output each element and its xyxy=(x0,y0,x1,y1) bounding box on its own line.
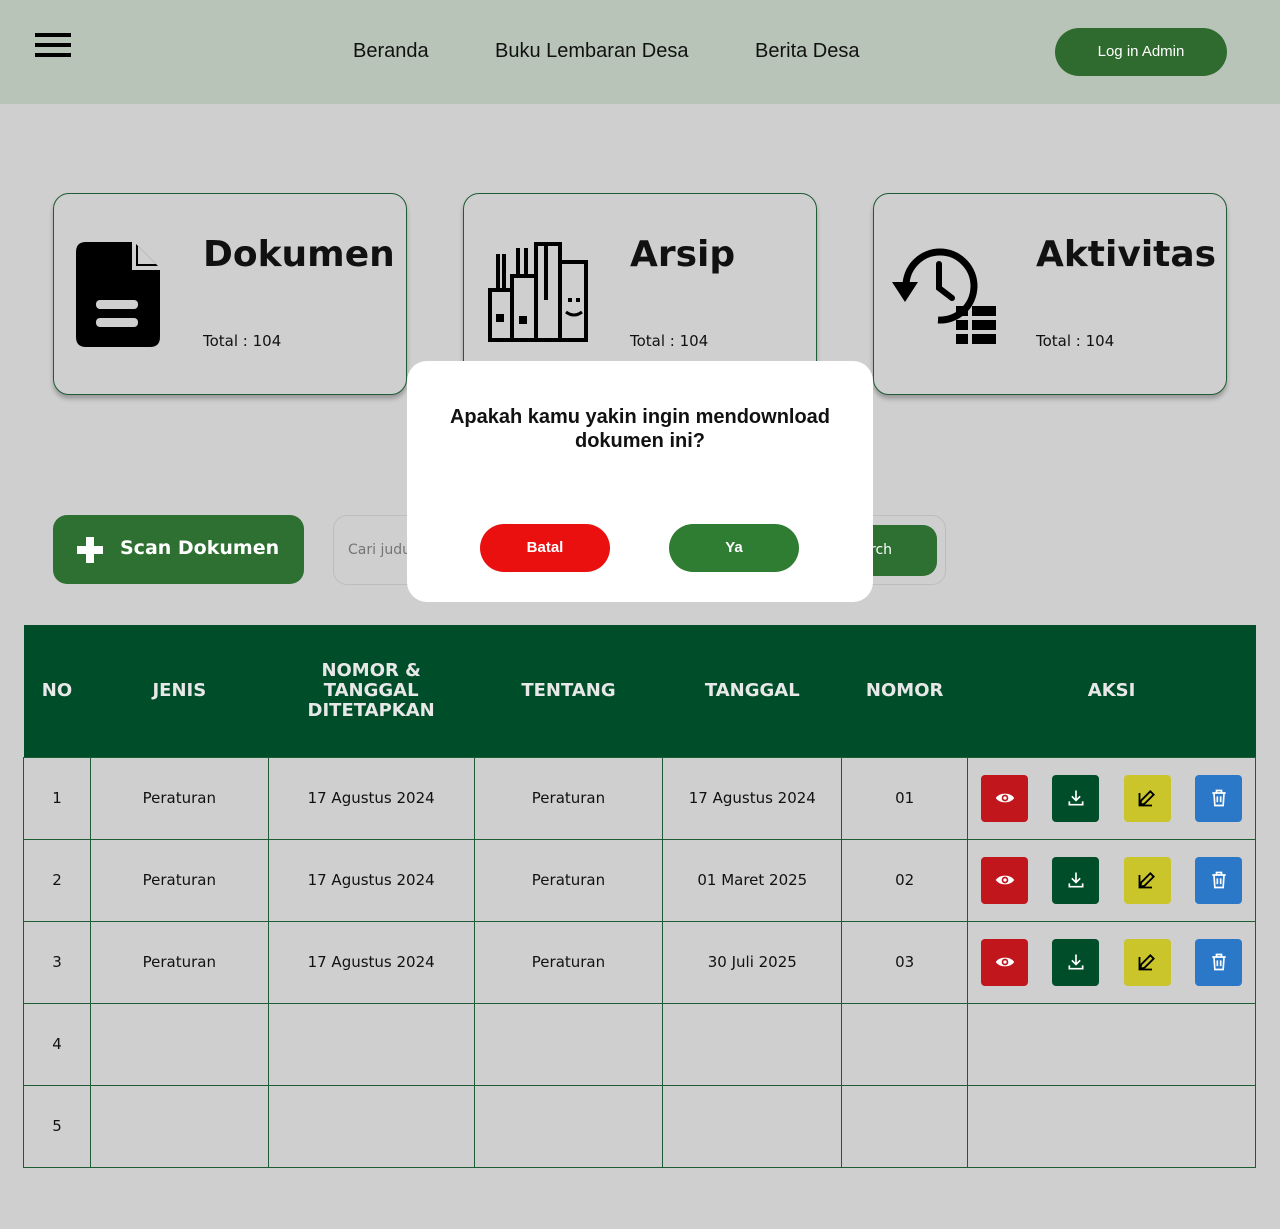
col-header-no: NO xyxy=(23,625,91,757)
card-aktivitas[interactable]: Aktivitas Total : 104 xyxy=(873,193,1227,395)
login-admin-button[interactable]: Log in Admin xyxy=(1055,28,1227,76)
archive-icon xyxy=(488,242,588,342)
trash-icon xyxy=(1211,789,1226,807)
card-title: Dokumen xyxy=(203,234,395,275)
cell-no: 1 xyxy=(23,756,91,840)
scan-dokumen-button[interactable]: Scan Dokumen xyxy=(53,515,304,584)
cell-jenis: Peraturan xyxy=(89,920,269,1004)
hamburger-menu-icon[interactable] xyxy=(35,33,71,59)
cell-no: 3 xyxy=(23,920,91,1004)
delete-button[interactable] xyxy=(1195,774,1242,822)
edit-icon xyxy=(1138,790,1156,807)
cell-nomor-tanggal: 17 Agustus 2024 xyxy=(267,838,475,922)
cell-tentang xyxy=(473,1084,664,1168)
cell-jenis: Peraturan xyxy=(89,756,269,840)
dialog-question: Apakah kamu yakin ingin mendownload doku… xyxy=(449,406,831,452)
cell-no: 2 xyxy=(23,838,91,922)
cell-nomor-tanggal xyxy=(267,1084,475,1168)
documents-table: NO JENIS NOMOR & TANGGAL DITETAPKAN TENT… xyxy=(23,625,1256,1168)
nav-beranda[interactable]: Beranda xyxy=(353,40,429,63)
cell-nomor: 02 xyxy=(841,838,969,922)
cell-tanggal xyxy=(662,1002,843,1086)
cell-nomor: 01 xyxy=(841,756,969,840)
cell-jenis xyxy=(89,1002,269,1086)
table-row: 5 xyxy=(23,1084,1256,1168)
col-header-jenis: JENIS xyxy=(90,625,269,757)
cell-tentang: Peraturan xyxy=(473,838,664,922)
card-title: Aktivitas xyxy=(1036,234,1217,275)
download-button[interactable] xyxy=(1052,774,1100,822)
cell-nomor-tanggal xyxy=(267,1002,475,1086)
delete-button[interactable] xyxy=(1195,938,1242,986)
download-icon xyxy=(1068,790,1084,806)
card-title: Arsip xyxy=(630,234,736,275)
cell-aksi xyxy=(967,838,1256,922)
edit-button[interactable] xyxy=(1123,856,1171,904)
col-header-tentang: TENTANG xyxy=(474,625,663,757)
trash-icon xyxy=(1211,953,1226,971)
plus-icon xyxy=(77,537,103,563)
trash-icon xyxy=(1211,871,1226,889)
card-total: Total : 104 xyxy=(1036,332,1115,350)
download-button[interactable] xyxy=(1052,856,1100,904)
col-header-aksi: AKSI xyxy=(967,625,1256,757)
cell-aksi xyxy=(967,920,1256,1004)
edit-icon xyxy=(1138,954,1156,971)
cell-aksi xyxy=(967,1002,1256,1086)
view-button[interactable] xyxy=(981,774,1029,822)
cell-tanggal: 30 Juli 2025 xyxy=(662,920,843,1004)
cell-nomor: 03 xyxy=(841,920,969,1004)
activity-history-icon xyxy=(892,248,996,344)
cell-tanggal: 01 Maret 2025 xyxy=(662,838,843,922)
cancel-button[interactable]: Batal xyxy=(480,524,610,572)
eye-icon xyxy=(995,957,1014,967)
download-icon xyxy=(1068,872,1084,888)
table-row: 2 Peraturan 17 Agustus 2024 Peraturan 01 Mar… xyxy=(23,838,1256,922)
view-button[interactable] xyxy=(981,938,1029,986)
cell-no: 4 xyxy=(23,1002,91,1086)
table-header-row: NO JENIS NOMOR & TANGGAL DITETAPKAN TENT… xyxy=(23,625,1256,757)
cell-tanggal xyxy=(662,1084,843,1168)
nav-berita-desa[interactable]: Berita Desa xyxy=(755,40,860,63)
cell-nomor xyxy=(841,1084,969,1168)
card-total: Total : 104 xyxy=(203,332,282,350)
download-confirm-dialog: Apakah kamu yakin ingin mendownload doku… xyxy=(407,361,873,602)
cell-aksi xyxy=(967,756,1256,840)
document-icon xyxy=(76,242,160,347)
cell-nomor-tanggal: 17 Agustus 2024 xyxy=(267,756,475,840)
cell-jenis xyxy=(89,1084,269,1168)
eye-icon xyxy=(995,793,1014,803)
top-header: Beranda Buku Lembaran Desa Berita Desa L… xyxy=(0,0,1280,104)
cell-no: 5 xyxy=(23,1084,91,1168)
table-row: 4 xyxy=(23,1002,1256,1086)
cell-nomor-tanggal: 17 Agustus 2024 xyxy=(267,920,475,1004)
card-total: Total : 104 xyxy=(630,332,709,350)
delete-button[interactable] xyxy=(1195,856,1242,904)
col-header-tanggal: TANGGAL xyxy=(662,625,842,757)
confirm-button[interactable]: Ya xyxy=(669,524,799,572)
card-dokumen[interactable]: Dokumen Total : 104 xyxy=(53,193,407,395)
cell-jenis: Peraturan xyxy=(89,838,269,922)
cell-tentang: Peraturan xyxy=(473,756,664,840)
edit-button[interactable] xyxy=(1123,938,1171,986)
download-button[interactable] xyxy=(1052,938,1100,986)
cell-nomor xyxy=(841,1002,969,1086)
table-row: 1 Peraturan 17 Agustus 2024 Peraturan 17 Agu… xyxy=(23,756,1256,840)
eye-icon xyxy=(995,875,1014,885)
cell-tentang xyxy=(473,1002,664,1086)
col-header-nomor-tanggal: NOMOR & TANGGAL DITETAPKAN xyxy=(268,625,475,757)
scan-dokumen-label: Scan Dokumen xyxy=(120,537,280,559)
table-row: 3 Peraturan 17 Agustus 2024 Peraturan 30 Jul… xyxy=(23,920,1256,1004)
edit-icon xyxy=(1138,872,1156,889)
view-button[interactable] xyxy=(981,856,1029,904)
cell-tentang: Peraturan xyxy=(473,920,664,1004)
nav-buku-lembaran-desa[interactable]: Buku Lembaran Desa xyxy=(495,40,688,63)
cell-aksi xyxy=(967,1084,1256,1168)
cell-tanggal: 17 Agustus 2024 xyxy=(662,756,843,840)
edit-button[interactable] xyxy=(1123,774,1171,822)
download-icon xyxy=(1068,954,1084,970)
col-header-nomor: NOMOR xyxy=(841,625,968,757)
